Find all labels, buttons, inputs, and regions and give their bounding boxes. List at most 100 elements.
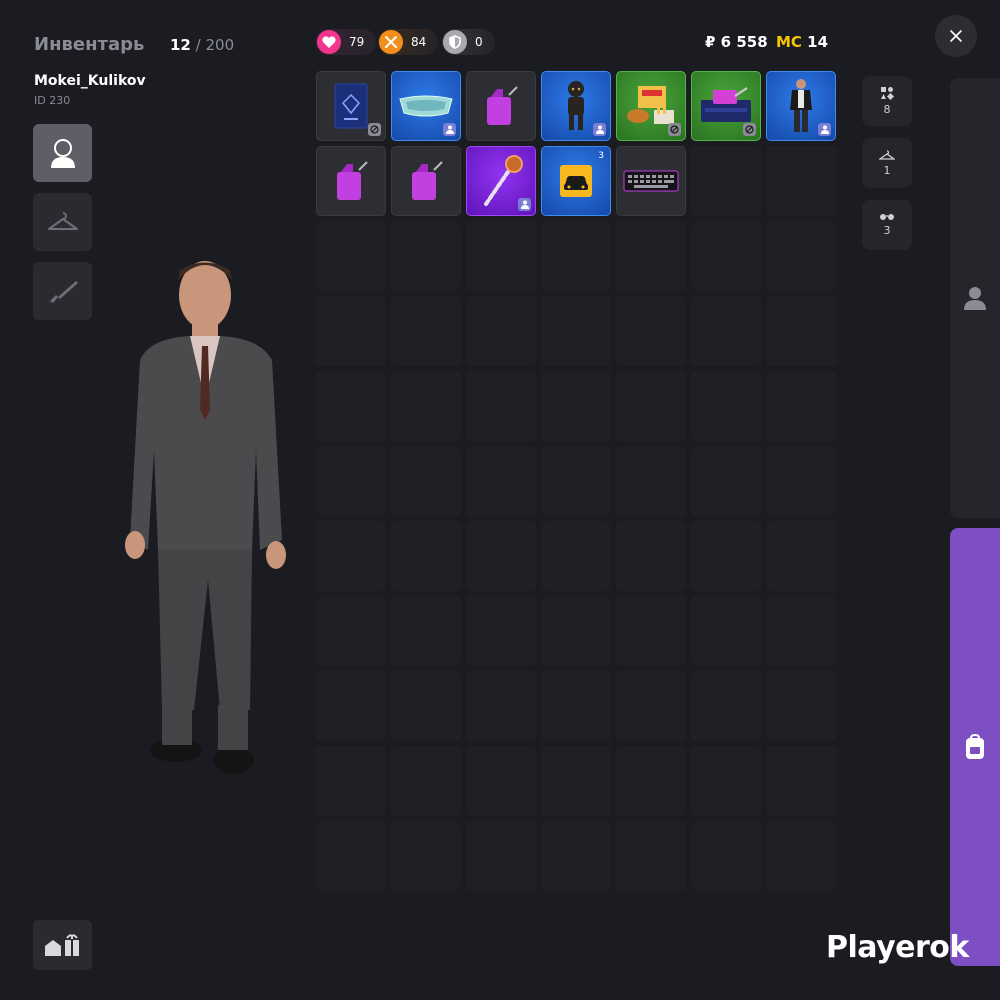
inventory-slot-empty[interactable]	[541, 371, 611, 441]
inventory-slot-empty[interactable]	[691, 146, 761, 216]
inventory-slot-empty[interactable]	[391, 446, 461, 516]
inventory-slot[interactable]	[766, 71, 836, 141]
armor-value: 0	[475, 35, 483, 49]
inventory-slot-empty[interactable]	[541, 746, 611, 816]
inventory-slot-empty[interactable]	[541, 296, 611, 366]
slots-total: / 200	[195, 36, 235, 54]
inventory-slot-empty[interactable]	[466, 296, 536, 366]
watermark-logo: Playerok	[826, 930, 969, 965]
inventory-slot[interactable]	[316, 146, 386, 216]
inventory-slot[interactable]	[391, 71, 461, 141]
inventory-slot-empty[interactable]	[391, 821, 461, 891]
inventory-slot-empty[interactable]	[541, 221, 611, 291]
inventory-slot-empty[interactable]	[766, 746, 836, 816]
inventory-slot-empty[interactable]	[541, 446, 611, 516]
inventory-slot-empty[interactable]	[616, 296, 686, 366]
inventory-slot-empty[interactable]	[766, 821, 836, 891]
inventory-slot-empty[interactable]	[691, 821, 761, 891]
person-icon	[518, 198, 531, 211]
utensils-icon	[379, 30, 403, 54]
inventory-slot-empty[interactable]	[541, 671, 611, 741]
inventory-slot-empty[interactable]	[391, 596, 461, 666]
inventory-slot[interactable]	[616, 71, 686, 141]
health-value: 79	[349, 35, 365, 49]
category-accessories-button[interactable]: 3	[862, 200, 912, 250]
inventory-slot-empty[interactable]	[391, 746, 461, 816]
inventory-slot-empty[interactable]	[766, 221, 836, 291]
tab-weapons[interactable]	[33, 262, 92, 320]
inventory-slot-empty[interactable]	[541, 521, 611, 591]
inventory-slot-empty[interactable]	[616, 521, 686, 591]
inventory-slot-empty[interactable]	[391, 221, 461, 291]
inventory-slot[interactable]	[691, 71, 761, 141]
inventory-slot[interactable]	[541, 71, 611, 141]
inventory-slot-empty[interactable]	[766, 146, 836, 216]
inventory-slot-empty[interactable]	[466, 746, 536, 816]
inventory-slot[interactable]	[466, 71, 536, 141]
person-icon	[818, 123, 831, 136]
inventory-slot-empty[interactable]	[316, 671, 386, 741]
inventory-slot-empty[interactable]	[541, 596, 611, 666]
inventory-slot-empty[interactable]	[766, 521, 836, 591]
inventory-slot-empty[interactable]	[316, 371, 386, 441]
inventory-slot-empty[interactable]	[316, 446, 386, 516]
inventory-slot[interactable]	[391, 146, 461, 216]
inventory-slot-empty[interactable]	[691, 296, 761, 366]
inventory-slot-empty[interactable]	[316, 221, 386, 291]
inventory-slot-empty[interactable]	[466, 521, 536, 591]
inventory-slot-empty[interactable]	[766, 446, 836, 516]
inventory-slot-empty[interactable]	[616, 821, 686, 891]
inventory-slot-empty[interactable]	[316, 821, 386, 891]
inventory-slot-empty[interactable]	[766, 596, 836, 666]
inventory-slot-empty[interactable]	[616, 221, 686, 291]
inventory-slot-empty[interactable]	[466, 671, 536, 741]
inventory-slot-empty[interactable]	[316, 296, 386, 366]
panel-character-tab[interactable]	[950, 78, 1000, 518]
glasses-icon	[399, 95, 453, 117]
category-clothes-button[interactable]: 1	[862, 138, 912, 188]
inventory-slot-empty[interactable]	[766, 371, 836, 441]
inventory-slot-empty[interactable]	[466, 821, 536, 891]
inventory-slot-empty[interactable]	[691, 521, 761, 591]
inventory-slot-empty[interactable]	[391, 371, 461, 441]
category-all-button[interactable]: 8	[862, 76, 912, 126]
inventory-slot-empty[interactable]	[466, 446, 536, 516]
shotgun-icon	[49, 281, 78, 303]
inventory-slot-empty[interactable]	[316, 521, 386, 591]
inventory-slot-empty[interactable]	[691, 446, 761, 516]
hanger-icon	[47, 212, 78, 230]
inventory-slot-empty[interactable]	[316, 746, 386, 816]
inventory-slot-empty[interactable]	[766, 296, 836, 366]
inventory-slot-empty[interactable]	[466, 596, 536, 666]
gift-button[interactable]	[33, 920, 92, 970]
person-icon	[593, 123, 606, 136]
inventory-slot[interactable]	[316, 71, 386, 141]
inventory-slot[interactable]	[616, 146, 686, 216]
inventory-slot[interactable]: 3	[541, 146, 611, 216]
inventory-slot-empty[interactable]	[466, 221, 536, 291]
inventory-slot-empty[interactable]	[691, 746, 761, 816]
close-button[interactable]	[935, 15, 977, 57]
tab-character[interactable]	[33, 124, 92, 182]
inventory-slot-empty[interactable]	[616, 371, 686, 441]
panel-backpack-tab[interactable]	[950, 528, 1000, 966]
inventory-slot-empty[interactable]	[766, 671, 836, 741]
inventory-slot[interactable]	[466, 146, 536, 216]
inventory-slot-empty[interactable]	[316, 596, 386, 666]
inventory-slot-empty[interactable]	[466, 371, 536, 441]
inventory-slot-empty[interactable]	[691, 221, 761, 291]
backpack-icon	[966, 734, 984, 759]
inventory-slot-empty[interactable]	[616, 446, 686, 516]
inventory-slot-empty[interactable]	[691, 671, 761, 741]
inventory-slot-empty[interactable]	[616, 746, 686, 816]
inventory-slot-empty[interactable]	[691, 371, 761, 441]
tab-wardrobe[interactable]	[33, 193, 92, 251]
inventory-slot-empty[interactable]	[616, 596, 686, 666]
inventory-slot-empty[interactable]	[391, 671, 461, 741]
inventory-slot-empty[interactable]	[541, 821, 611, 891]
inventory-slot-empty[interactable]	[391, 296, 461, 366]
inventory-slot-empty[interactable]	[691, 596, 761, 666]
inventory-slot-empty[interactable]	[391, 521, 461, 591]
glasses-icon	[880, 214, 894, 220]
inventory-slot-empty[interactable]	[616, 671, 686, 741]
